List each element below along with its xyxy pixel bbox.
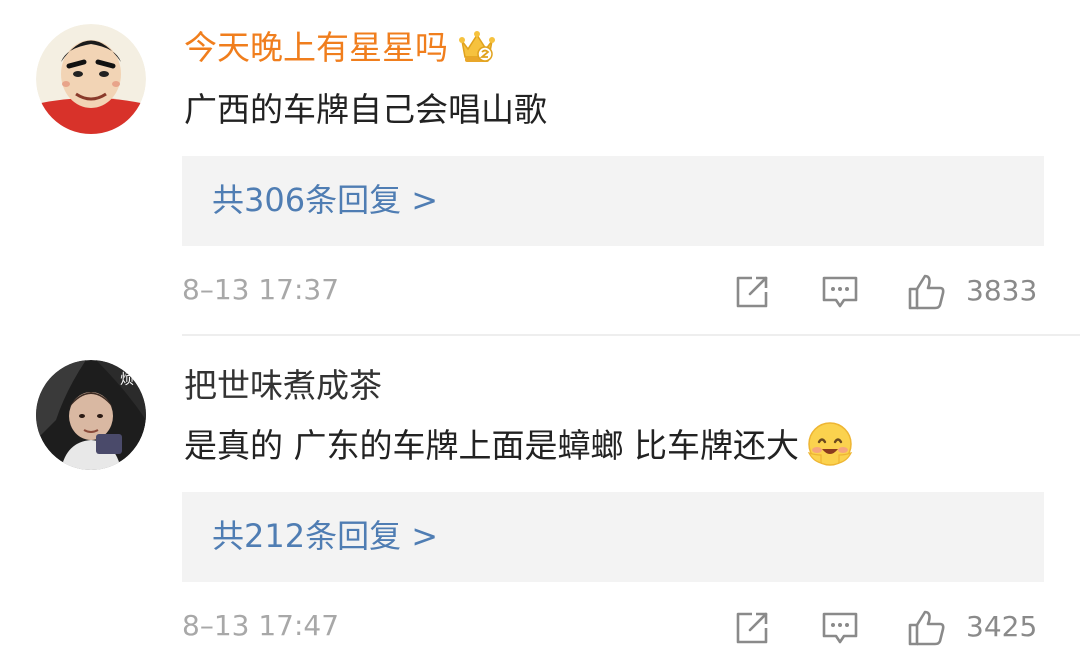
view-replies-link[interactable]: 共306条回复 > (212, 178, 438, 222)
svg-text:烦: 烦 (120, 372, 134, 388)
timestamp: 8–13 17:47 (182, 609, 340, 642)
replies-box[interactable]: 共212条回复 > (182, 492, 1044, 582)
avatar[interactable]: 烦 (36, 360, 146, 470)
comment-text: 广西的车牌自己会唱山歌 (184, 90, 547, 129)
cartoon-face-avatar-icon (36, 24, 146, 134)
share-icon[interactable] (732, 608, 772, 648)
comment-meta-row: 8–13 17:37 3833 (182, 266, 1044, 316)
share-icon[interactable] (732, 272, 772, 312)
crown-vip-icon (458, 27, 496, 65)
like-count: 3425 (966, 610, 1038, 643)
child-photo-avatar-icon: 烦 (36, 360, 146, 470)
comment-meta-row: 8–13 17:47 3425 (182, 602, 1044, 652)
comment-item: 今天晚上有星星吗 广西的车牌自己会唱山歌 共306条回复 > 8–13 17:3… (0, 0, 1080, 336)
thumbs-up-icon[interactable] (906, 608, 946, 648)
username-text[interactable]: 今天晚上有星星吗 (184, 28, 448, 67)
comment-text: 是真的 广东的车牌上面是蟑螂 比车牌还大 (184, 421, 853, 471)
timestamp: 8–13 17:37 (182, 273, 340, 306)
like-count: 3833 (966, 274, 1038, 307)
thumbs-up-icon[interactable] (906, 272, 946, 312)
comment-text-content: 是真的 广东的车牌上面是蟑螂 比车牌还大 (184, 426, 799, 465)
replies-box[interactable]: 共306条回复 > (182, 156, 1044, 246)
comment-item: 烦 把世味煮成茶 是真的 广东的车牌上面是蟑螂 比车牌还大 共212条回复 > … (0, 336, 1080, 672)
comment-icon[interactable] (820, 608, 860, 648)
comment-icon[interactable] (820, 272, 860, 312)
username[interactable]: 今天晚上有星星吗 (184, 28, 496, 69)
avatar[interactable] (36, 24, 146, 134)
username[interactable]: 把世味煮成茶 (184, 366, 382, 406)
view-replies-link[interactable]: 共212条回复 > (212, 514, 438, 558)
blushing-smile-emoji-icon (807, 421, 853, 467)
